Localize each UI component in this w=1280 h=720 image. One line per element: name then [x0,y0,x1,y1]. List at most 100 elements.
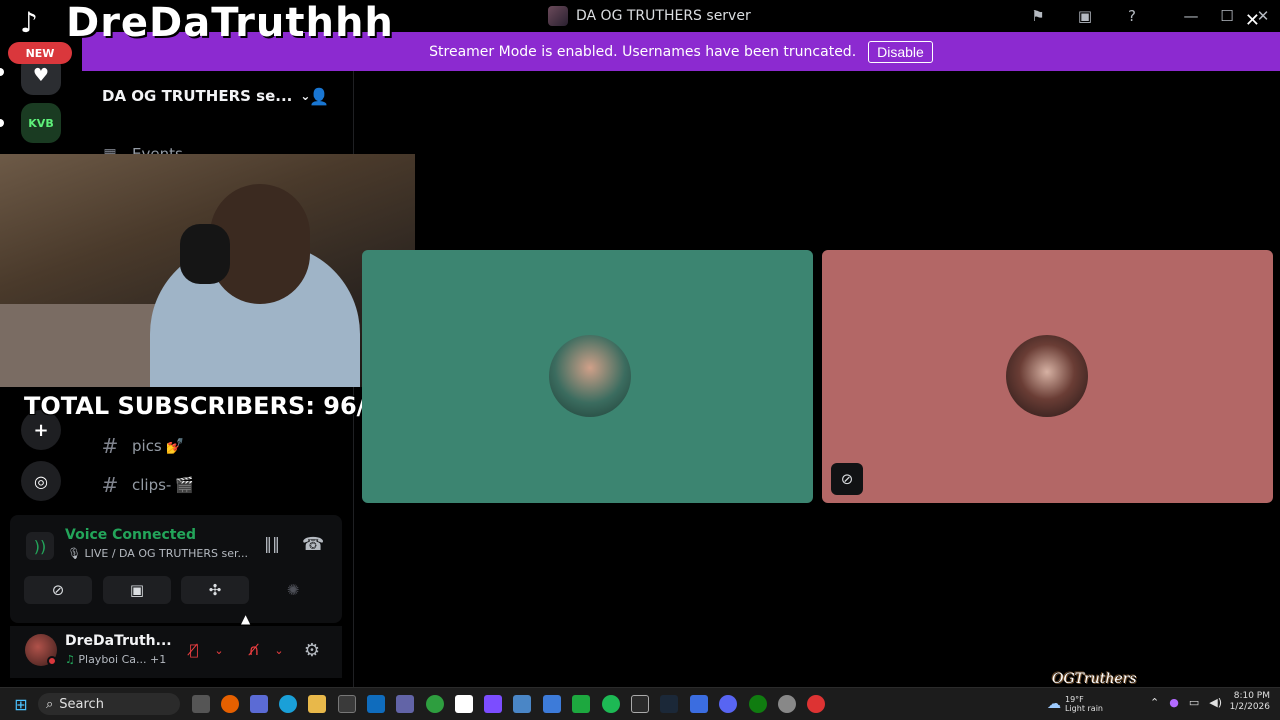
network-icon[interactable]: ▭ [1189,696,1199,709]
voice-channel-name[interactable]: 🎙 LIVE / DA OG TRUTHERS ser... [67,547,248,560]
app-icon[interactable] [513,695,531,713]
vs-icon[interactable] [484,695,502,713]
guild-kvb[interactable]: KVB [21,103,61,143]
invite-people-icon[interactable]: 👤 [308,85,330,107]
activities-button[interactable]: ✣ [181,576,249,604]
voice-channel-label: LIVE / DA OG TRUTHERS ser... [84,547,248,560]
copilot-icon[interactable] [250,695,268,713]
soundboard-icon: ✺ [286,581,300,599]
banner-close-icon[interactable]: ✕ [1245,10,1260,31]
notepad-icon[interactable] [455,695,473,713]
photos-icon[interactable] [543,695,561,713]
epic-games-icon[interactable] [631,695,649,713]
window-title: DA OG TRUTHERS server [548,6,751,26]
window-title-text: DA OG TRUTHERS server [576,8,751,24]
weather-text: 19°F Light rain [1065,695,1103,713]
firefox-icon[interactable] [221,695,239,713]
xbox-icon[interactable] [749,695,767,713]
speaker-icon[interactable]: ◀) [1209,696,1222,709]
spotify-icon[interactable] [602,695,620,713]
flag-icon[interactable]: ⚑ [1027,6,1049,26]
channel-item[interactable]: # pics 💅 [100,432,185,460]
clock-date: 1/2/2026 [1229,702,1270,712]
steam-icon[interactable] [660,695,678,713]
channel-emoji: 🎬 [175,476,195,494]
chevron-up-icon[interactable]: ⌃ [1150,696,1159,709]
watermark-logo: OGTruthers [1052,671,1137,687]
taskbar-search[interactable]: ⌕ Search [38,693,180,715]
soundboard-button[interactable]: ✺ [259,576,327,604]
clock[interactable]: 8:10 PM 1/2/2026 [1226,691,1270,713]
app-icon[interactable] [690,695,708,713]
music-note-icon: ♫ [65,653,75,666]
status-dnd-icon [47,656,57,666]
search-icon: ⌕ [46,696,54,712]
app-icon[interactable] [807,695,825,713]
inbox-icon[interactable]: ▣ [1074,6,1096,26]
edge-icon[interactable] [279,695,297,713]
user-panel [10,626,342,678]
store-icon[interactable] [338,695,356,713]
maximize-icon[interactable]: ☐ [1216,6,1238,26]
participant-avatar [549,335,631,417]
file-explorer-icon[interactable] [308,695,326,713]
hash-icon: # [101,434,119,458]
participant-avatar [1006,335,1088,417]
server-icon [548,6,568,26]
screen-share-icon: ▣ [129,581,145,599]
user-activity: ♫ Playboi Ca... +1 [65,653,166,666]
streamer-name: DreDaTruthhh [66,0,394,46]
user-name[interactable]: DreDaTruth... [65,633,172,649]
settings-gear-icon[interactable]: ⚙ [300,638,324,662]
mic-tray-icon[interactable]: ● [1169,696,1179,709]
webcam-background [0,304,170,387]
server-header[interactable]: DA OG TRUTHERS se... ⌄ [102,84,310,108]
subscriber-counter: TOTAL SUBSCRIBERS: 96/100 [24,392,416,420]
gamebar-icon[interactable] [426,695,444,713]
windows-start-icon[interactable]: ⊞ [12,695,30,714]
new-badge: NEW [8,42,72,64]
channel-emoji: 💅 [165,437,185,455]
clock-time: 8:10 PM [1233,691,1270,701]
deafen-button[interactable]: ∩̸ [240,638,268,662]
hash-icon: # [101,473,119,497]
disable-streamer-mode-button[interactable]: Disable [868,40,933,63]
channel-label: pics [132,437,162,455]
activities-icon: ✣ [208,581,222,599]
voice-status[interactable]: Voice Connected [65,527,196,543]
activity-text: Playboi Ca... [78,653,147,666]
banner-message: Streamer Mode is enabled. Usernames have… [429,43,857,60]
camera-off-button[interactable]: ⊘ [24,576,92,604]
noise-suppression-icon[interactable]: ‖‖ [264,534,286,554]
headphones-muted-icon: ∩̸ [248,641,260,659]
weather-widget[interactable]: ☁ 19°F Light rain [1047,693,1127,715]
task-view-icon[interactable] [192,695,210,713]
signal-icon[interactable]: )) [26,532,54,560]
camera-off-icon: ⊘ [51,581,65,599]
teams-icon[interactable] [396,695,414,713]
help-icon[interactable]: ? [1121,6,1143,26]
mute-button[interactable]: 🎙̸ [180,638,208,662]
mute-options-chevron-icon[interactable]: ⌄ [210,638,228,662]
mic-muted-icon: 🎙̸ [189,641,199,659]
channel-item[interactable]: # clips- 🎬 [100,471,194,499]
webcam-overlay [0,154,415,387]
disconnect-icon[interactable]: ☎ [302,534,324,555]
discord-icon[interactable] [719,695,737,713]
search-label: Search [59,696,104,712]
settings-icon[interactable] [778,695,796,713]
camera-off-icon: ⊘ [831,463,863,495]
weather-desc: Light rain [1065,704,1103,713]
tiktok-icon: ♪ [20,6,38,39]
weather-icon: ☁ [1047,695,1061,712]
minimize-icon[interactable]: — [1180,6,1202,26]
headset-icon [180,224,230,284]
weather-temp: 19°F [1065,695,1084,704]
screen-share-button[interactable]: ▣ [103,576,171,604]
mouse-cursor-icon: ▲ [241,612,251,626]
deafen-options-chevron-icon[interactable]: ⌄ [270,638,288,662]
discover-icon[interactable]: ◎ [21,461,61,501]
system-tray: ⌃ ● ▭ ◀) [1150,696,1222,709]
greenapp-icon[interactable] [572,695,590,713]
outlook-icon[interactable] [367,695,385,713]
